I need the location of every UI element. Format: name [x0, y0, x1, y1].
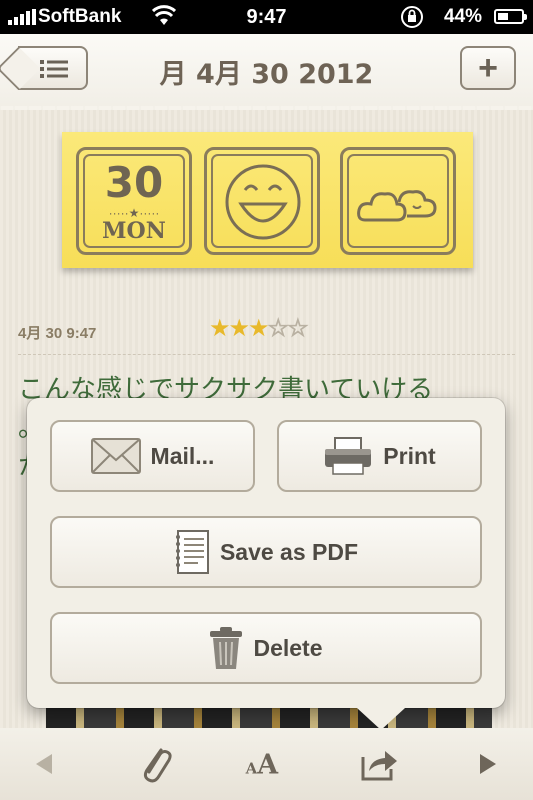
- battery-percent: 44%: [444, 6, 483, 27]
- status-bar: SoftBank 9:47 44%: [0, 0, 533, 34]
- prev-entry-button[interactable]: [24, 744, 64, 784]
- share-button[interactable]: [360, 744, 400, 784]
- sticky-note: 30 ·····★····· MON: [62, 132, 473, 268]
- nav-bar: 月 4月 30 2012 +: [0, 34, 533, 120]
- star-rating[interactable]: ★★★☆☆: [209, 314, 309, 343]
- paperclip-icon: [143, 748, 172, 783]
- attach-button[interactable]: [136, 744, 176, 784]
- save-pdf-label: Save as PDF: [219, 538, 359, 565]
- bottom-toolbar: A A: [0, 728, 533, 800]
- trash-icon: [210, 627, 243, 669]
- printer-icon: [325, 437, 372, 475]
- date-tile[interactable]: 30 ·····★····· MON: [76, 147, 192, 255]
- svg-text:A: A: [256, 750, 278, 781]
- svg-text:A: A: [245, 760, 258, 778]
- share-popover: Mail... Print Save as PDF Delete: [27, 398, 505, 730]
- laughing-face-icon: [225, 164, 301, 240]
- divider: [18, 354, 515, 355]
- popover-arrow: [357, 708, 405, 730]
- battery-icon: [494, 9, 527, 24]
- next-entry-button[interactable]: [468, 744, 508, 784]
- document-icon: [175, 530, 209, 574]
- delete-button[interactable]: Delete: [50, 612, 482, 684]
- print-button[interactable]: Print: [277, 420, 482, 492]
- envelope-icon: [90, 438, 141, 474]
- mail-label: Mail...: [150, 442, 215, 469]
- next-icon: [480, 754, 496, 774]
- font-size-icon: A A: [245, 750, 279, 781]
- weather-tile[interactable]: [340, 147, 456, 255]
- entry-datetime: 4月 30 9:47: [18, 325, 97, 342]
- mood-tile[interactable]: [204, 147, 320, 255]
- rating-stars-filled: ★★★: [209, 315, 270, 342]
- share-icon: [361, 751, 397, 781]
- day-number: 30: [104, 158, 164, 207]
- plus-icon: +: [478, 49, 498, 87]
- page-title: 月 4月 30 2012: [159, 59, 374, 90]
- save-pdf-button[interactable]: Save as PDF: [50, 516, 482, 588]
- prev-icon: [36, 754, 52, 774]
- day-name: MON: [102, 218, 166, 244]
- font-size-button[interactable]: A A: [244, 742, 284, 782]
- print-label: Print: [383, 442, 436, 469]
- delete-label: Delete: [253, 634, 323, 661]
- rotation-lock-icon: [401, 6, 423, 28]
- rating-stars-empty: ☆☆: [267, 315, 309, 343]
- separator-star-icon: ·····★·····: [108, 206, 160, 220]
- add-entry-button[interactable]: +: [460, 46, 516, 90]
- mail-button[interactable]: Mail...: [50, 420, 255, 492]
- cloudy-icon: [357, 190, 437, 222]
